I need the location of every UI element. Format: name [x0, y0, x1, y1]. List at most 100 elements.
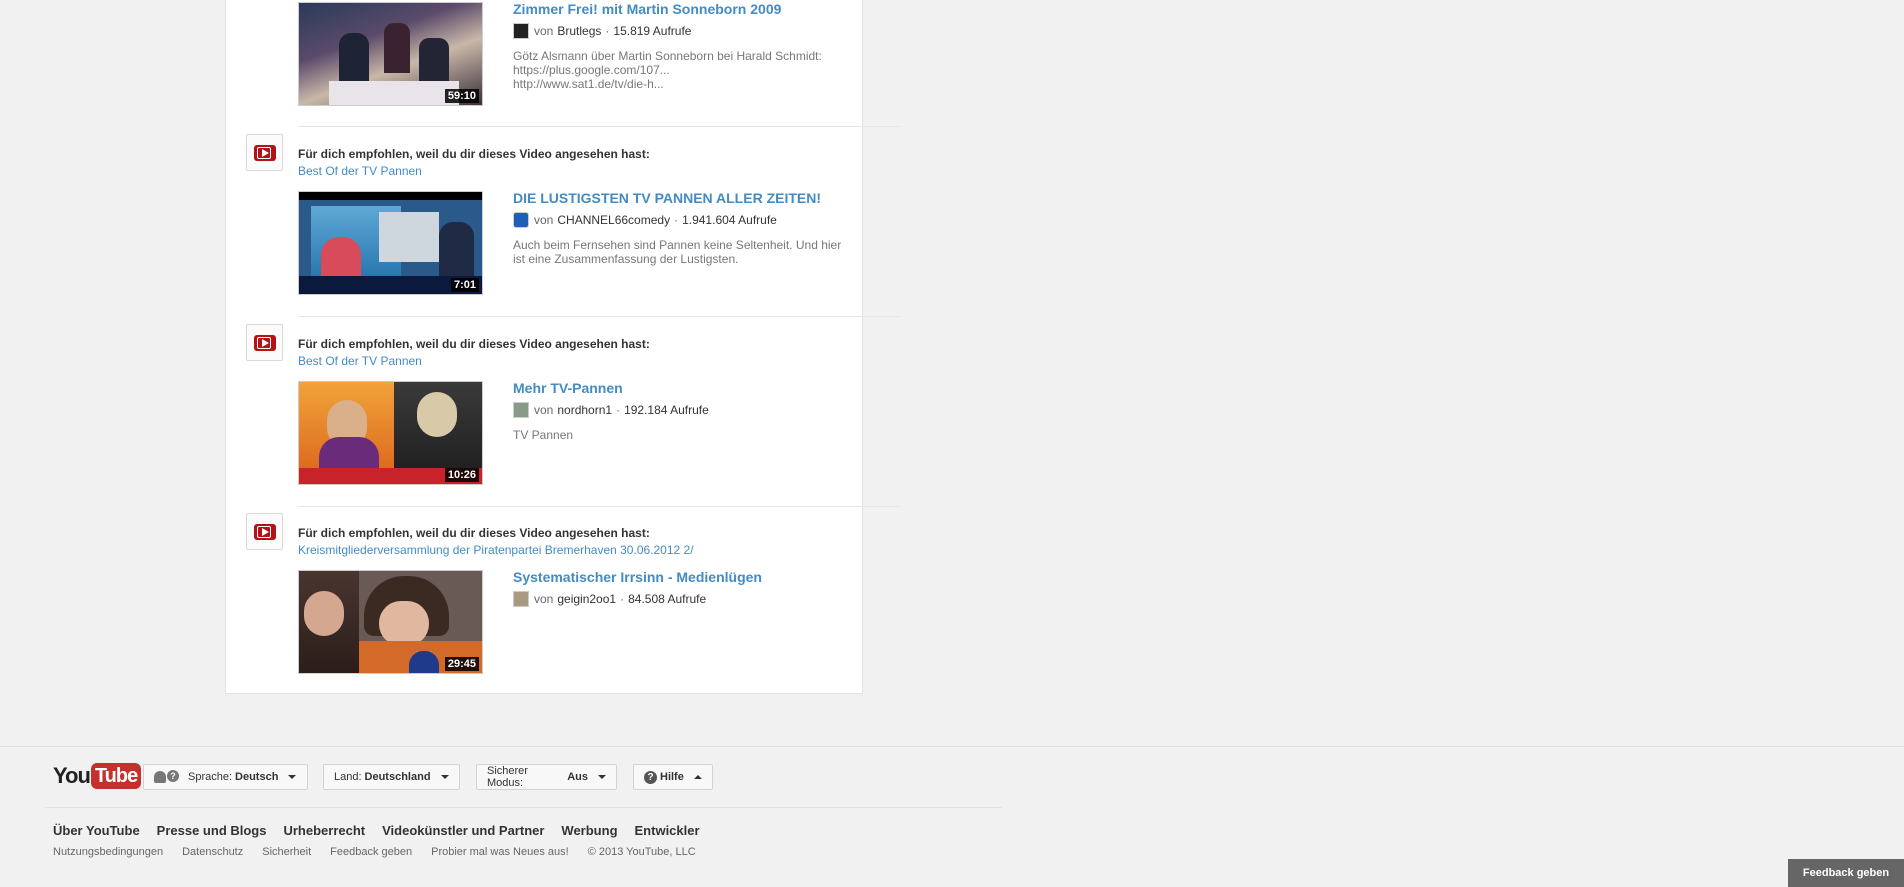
- feedback-button[interactable]: Feedback geben: [1788, 859, 1904, 887]
- video-meta: von CHANNEL66comedy · 1.941.604 Aufrufe: [513, 212, 858, 228]
- chevron-down-icon: [440, 775, 449, 779]
- video-info: Mehr TV-Pannen von nordhorn1 · 192.184 A…: [513, 380, 858, 442]
- channel-name[interactable]: CHANNEL66comedy: [557, 213, 670, 227]
- country-label: Land:: [334, 771, 362, 783]
- video-title[interactable]: Zimmer Frei! mit Martin Sonneborn 2009: [513, 1, 858, 17]
- video-info: Zimmer Frei! mit Martin Sonneborn 2009 v…: [513, 1, 858, 91]
- play-icon: [254, 335, 276, 351]
- channel-avatar[interactable]: [513, 402, 529, 418]
- footer-link-try-new[interactable]: Probier mal was Neues aus!: [431, 846, 569, 858]
- youtube-logo[interactable]: You Tube: [53, 763, 142, 789]
- footer-primary-links: Über YouTube Presse und Blogs Urheberrec…: [53, 823, 717, 838]
- item-separator: [298, 506, 901, 507]
- view-count: 84.508 Aufrufe: [628, 592, 707, 606]
- description-line: https://plus.google.com/107...: [513, 63, 670, 77]
- by-label: von: [534, 592, 554, 606]
- channel-avatar[interactable]: [513, 23, 529, 39]
- chevron-down-icon: [598, 775, 606, 779]
- play-icon: [254, 145, 276, 161]
- by-label: von: [534, 24, 554, 38]
- channel-name[interactable]: geigin2oo1: [557, 592, 616, 606]
- footer-link-creators[interactable]: Videokünstler und Partner: [382, 823, 544, 838]
- language-value: Deutsch: [235, 771, 279, 783]
- description-line: ist eine Zusammenfassung der Lustigsten.: [513, 252, 739, 266]
- video-description: Auch beim Fernsehen sind Pannen keine Se…: [513, 238, 858, 266]
- help-icon: ?: [644, 770, 657, 784]
- video-thumbnail[interactable]: 29:45: [298, 570, 483, 674]
- video-thumbnail[interactable]: 10:26: [298, 381, 483, 485]
- recommendation-reason: Für dich empfohlen, weil du dir dieses V…: [298, 147, 650, 161]
- footer-link-terms[interactable]: Nutzungsbedingungen: [53, 846, 163, 858]
- footer-link-developers[interactable]: Entwickler: [635, 823, 700, 838]
- footer-link-about[interactable]: Über YouTube: [53, 823, 140, 838]
- video-duration: 29:45: [444, 657, 479, 671]
- view-count: 1.941.604 Aufrufe: [682, 213, 777, 227]
- channel-name[interactable]: nordhorn1: [557, 403, 612, 417]
- recommendation-header: Für dich empfohlen, weil du dir dieses V…: [298, 337, 650, 368]
- video-info: Systematischer Irrsinn - Medienlügen von…: [513, 569, 858, 607]
- view-count: 192.184 Aufrufe: [624, 403, 709, 417]
- language-label: Sprache:: [188, 771, 233, 783]
- video-meta: von geigin2oo1 · 84.508 Aufrufe: [513, 591, 858, 607]
- meta-separator: ·: [605, 24, 610, 38]
- help-button[interactable]: ? Hilfe: [633, 764, 713, 790]
- video-thumbnail[interactable]: 7:01: [298, 191, 483, 295]
- footer-divider: [45, 807, 1002, 808]
- video-meta: von nordhorn1 · 192.184 Aufrufe: [513, 402, 858, 418]
- recommendation-source-link[interactable]: Best Of der TV Pannen: [298, 164, 650, 178]
- recommendation-source-link[interactable]: Best Of der TV Pannen: [298, 354, 650, 368]
- meta-separator: ·: [616, 403, 621, 417]
- video-title[interactable]: Systematischer Irrsinn - Medienlügen: [513, 569, 858, 585]
- video-title[interactable]: Mehr TV-Pannen: [513, 380, 858, 396]
- logo-you: You: [53, 763, 91, 788]
- video-title[interactable]: DIE LUSTIGSTEN TV PANNEN ALLER ZEITEN!: [513, 190, 858, 206]
- meta-separator: ·: [674, 213, 679, 227]
- country-selector[interactable]: Land: Deutschland: [323, 764, 460, 790]
- safety-value: Aus: [567, 771, 588, 783]
- recommendation-icon: [246, 134, 283, 171]
- safety-mode-selector[interactable]: Sicherer Modus: Aus: [476, 764, 617, 790]
- recommendation-reason: Für dich empfohlen, weil du dir dieses V…: [298, 337, 650, 351]
- footer-link-copyright[interactable]: Urheberrecht: [283, 823, 365, 838]
- video-info: DIE LUSTIGSTEN TV PANNEN ALLER ZEITEN! v…: [513, 190, 858, 266]
- chevron-down-icon: [288, 775, 297, 779]
- logo-tube: Tube: [90, 763, 142, 789]
- footer-link-privacy[interactable]: Datenschutz: [182, 846, 243, 858]
- recommendation-header: Für dich empfohlen, weil du dir dieses V…: [298, 526, 694, 557]
- play-icon: [254, 524, 276, 540]
- recommendation-reason: Für dich empfohlen, weil du dir dieses V…: [298, 526, 650, 540]
- video-duration: 7:01: [450, 278, 479, 292]
- channel-avatar[interactable]: [513, 591, 529, 607]
- recommendation-source-link[interactable]: Kreismitgliederversammlung der Piratenpa…: [298, 543, 694, 557]
- safety-label: Sicherer Modus:: [487, 765, 528, 789]
- country-value: Deutschland: [364, 771, 431, 783]
- help-label: Hilfe: [660, 771, 684, 783]
- description-line: Auch beim Fernsehen sind Pannen keine Se…: [513, 238, 842, 252]
- by-label: von: [534, 213, 554, 227]
- channel-avatar[interactable]: [513, 212, 529, 228]
- language-people-icon: [154, 770, 179, 784]
- recommendation-icon: [246, 324, 283, 361]
- channel-name[interactable]: Brutlegs: [557, 24, 601, 38]
- feed-card: 59:10 Zimmer Frei! mit Martin Sonneborn …: [225, 0, 901, 694]
- video-meta: von Brutlegs · 15.819 Aufrufe: [513, 23, 858, 39]
- by-label: von: [534, 403, 554, 417]
- copyright-text: © 2013 YouTube, LLC: [587, 846, 696, 858]
- footer: You Tube Sprache: Deutsch Land: Deutschl…: [0, 746, 1904, 887]
- video-thumbnail[interactable]: 59:10: [298, 2, 483, 106]
- description-line: http://www.sat1.de/tv/die-h...: [513, 77, 664, 91]
- recommendation-icon: [246, 513, 283, 550]
- chevron-up-icon: [693, 775, 702, 779]
- footer-link-safety[interactable]: Sicherheit: [262, 846, 311, 858]
- video-duration: 59:10: [444, 89, 479, 103]
- footer-link-advertising[interactable]: Werbung: [561, 823, 617, 838]
- item-separator: [298, 126, 901, 127]
- footer-link-feedback[interactable]: Feedback geben: [330, 846, 412, 858]
- meta-separator: ·: [620, 592, 625, 606]
- language-selector[interactable]: Sprache: Deutsch: [143, 764, 308, 790]
- view-count: 15.819 Aufrufe: [613, 24, 692, 38]
- footer-secondary-links: Nutzungsbedingungen Datenschutz Sicherhe…: [53, 846, 715, 858]
- item-separator: [298, 316, 901, 317]
- video-description: TV Pannen: [513, 428, 858, 442]
- footer-link-press[interactable]: Presse und Blogs: [157, 823, 267, 838]
